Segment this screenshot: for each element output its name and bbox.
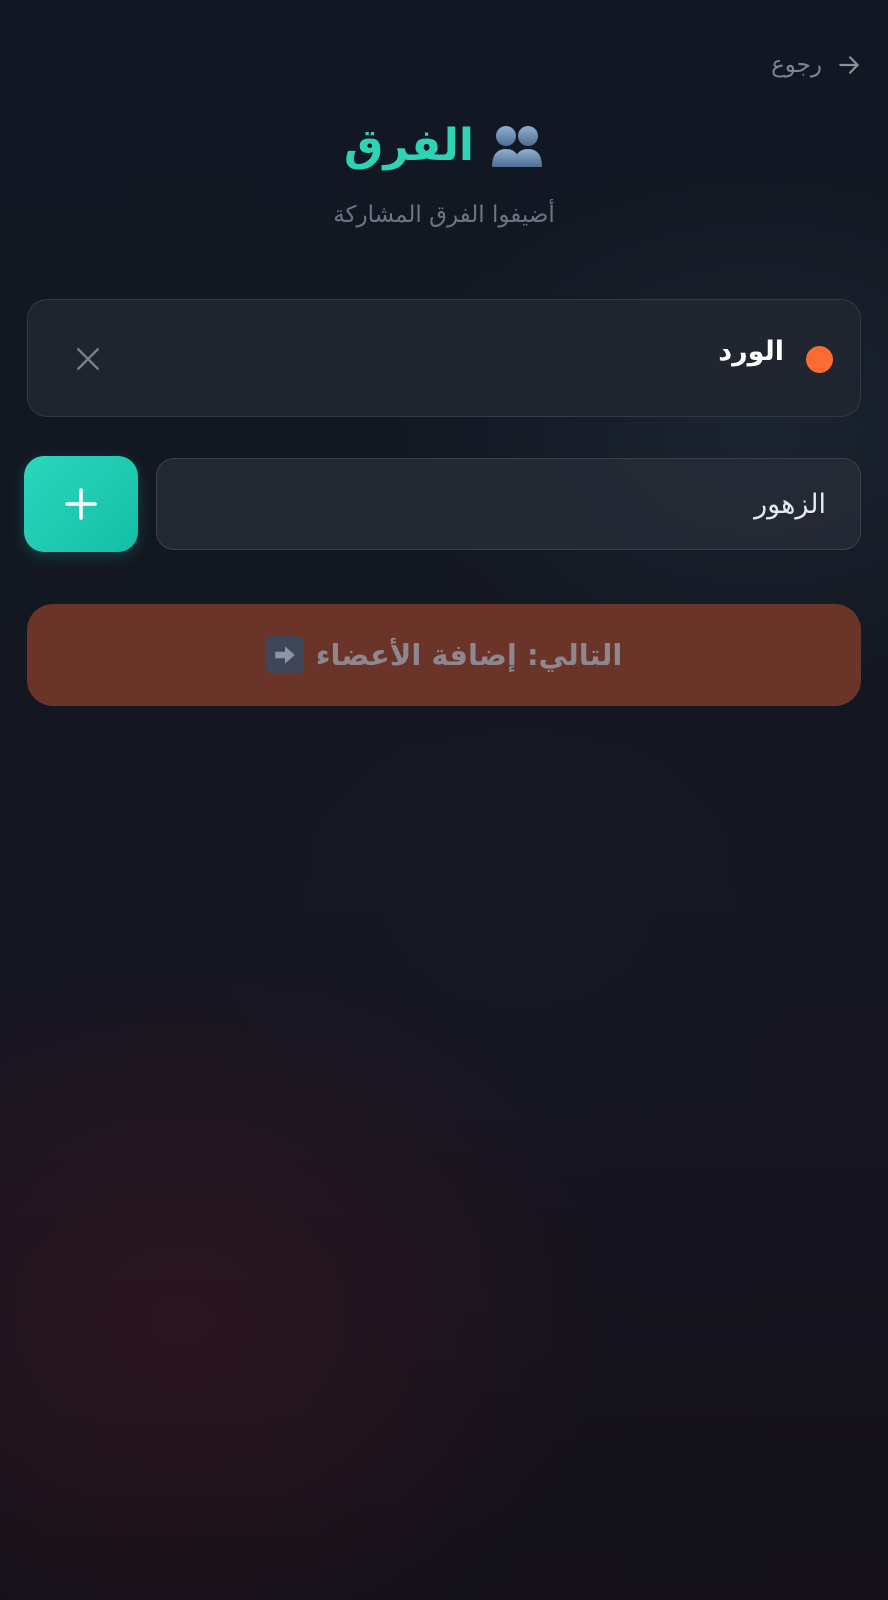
- people-icon: [492, 125, 542, 167]
- remove-team-button[interactable]: [73, 344, 103, 374]
- arrow-right-icon: [839, 56, 859, 74]
- back-label: رجوع: [771, 52, 822, 78]
- back-link[interactable]: رجوع: [771, 52, 862, 78]
- add-team-button[interactable]: [24, 456, 138, 552]
- page-subtitle: أضيفوا الفرق المشاركة: [333, 202, 555, 228]
- plus-icon: [65, 488, 97, 520]
- next-button-label: التالي: إضافة الأعضاء: [315, 638, 623, 672]
- team-name-input[interactable]: [156, 458, 861, 550]
- team-name: الورد: [718, 336, 784, 367]
- close-icon: [77, 348, 99, 370]
- team-color-dot: [806, 346, 833, 373]
- next-button[interactable]: التالي: إضافة الأعضاء: [27, 604, 861, 706]
- page-title-text: الفرق: [344, 120, 474, 171]
- page-title: الفرق: [0, 120, 888, 171]
- team-card: الورد: [27, 299, 861, 417]
- add-team-row: [24, 456, 861, 552]
- arrow-right-box-icon: [265, 636, 304, 674]
